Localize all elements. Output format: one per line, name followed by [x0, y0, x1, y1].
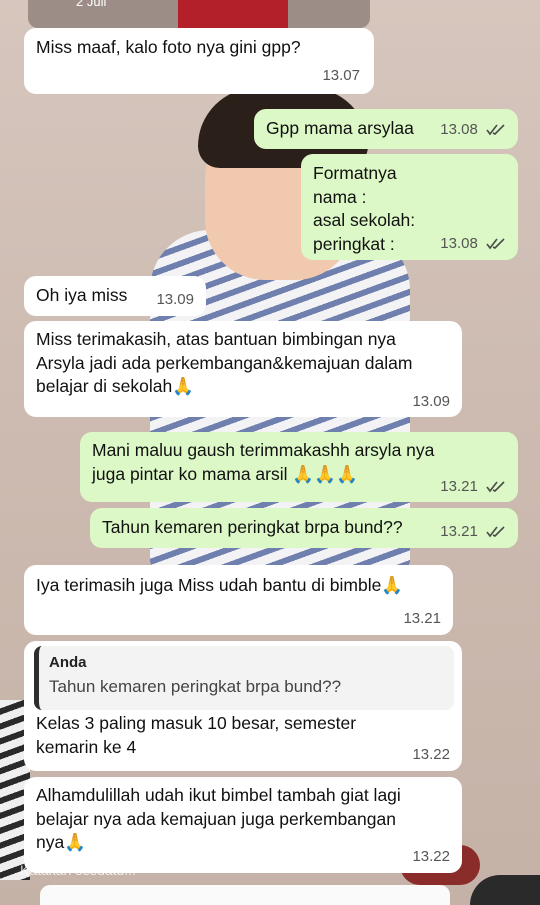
- message-outgoing[interactable]: Formatnya nama : asal sekolah: peringkat…: [301, 154, 518, 260]
- message-incoming[interactable]: Alhamdulillah udah ikut bimbel tambah gi…: [24, 777, 462, 873]
- message-time: 13.22: [412, 745, 450, 763]
- quoted-reply[interactable]: Anda Tahun kemaren peringkat brpa bund??: [34, 646, 454, 710]
- message-time: 13.08: [440, 234, 478, 252]
- message-text: Kelas 3 paling masuk 10 besar, semester …: [36, 713, 357, 757]
- message-time: 13.09: [156, 290, 194, 308]
- quoted-text: Tahun kemaren peringkat brpa bund??: [49, 677, 342, 696]
- message-text: Miss terimakasih, atas bantuan bimbingan…: [36, 329, 413, 397]
- message-text: Mani maluu gaush terimmakashh arsyla nya…: [92, 440, 435, 484]
- message-text: Tahun kemaren peringkat brpa bund??: [102, 517, 403, 537]
- message-incoming[interactable]: Oh iya miss 13.09: [24, 276, 206, 316]
- double-check-icon: [486, 526, 506, 538]
- quoted-author: Anda: [49, 654, 87, 671]
- message-text: Oh iya miss: [36, 285, 128, 305]
- message-incoming[interactable]: Iya terimasih juga Miss udah bantu di bi…: [24, 565, 453, 635]
- message-incoming[interactable]: Miss terimakasih, atas bantuan bimbingan…: [24, 321, 462, 417]
- double-check-icon: [486, 238, 506, 250]
- message-time: 13.21: [403, 609, 441, 627]
- message-time: 13.08: [440, 120, 478, 138]
- message-text: Miss maaf, kalo foto nya gini gpp?: [36, 37, 301, 57]
- message-time: 13.07: [322, 66, 360, 84]
- double-check-icon: [486, 124, 506, 136]
- bottom-input-bar[interactable]: [40, 885, 450, 905]
- message-outgoing[interactable]: Tahun kemaren peringkat brpa bund?? 13.2…: [90, 508, 518, 548]
- message-incoming[interactable]: Miss maaf, kalo foto nya gini gpp? 13.07: [24, 28, 374, 94]
- message-text: Alhamdulillah udah ikut bimbel tambah gi…: [36, 785, 401, 853]
- reply-input-placeholder[interactable]: Katakan sesuatu...: [20, 862, 136, 878]
- message-outgoing[interactable]: Gpp mama arsylaa 13.08: [254, 109, 518, 149]
- double-check-icon: [486, 481, 506, 493]
- message-time: 13.09: [412, 392, 450, 410]
- message-text: Iya terimasih juga Miss udah bantu di bi…: [36, 575, 404, 595]
- message-time: 13.21: [440, 477, 478, 495]
- previous-media-date: 2 Juli: [76, 0, 107, 9]
- message-text: Formatnya nama : asal sekolah: peringkat…: [313, 163, 416, 254]
- message-text: Gpp mama arsylaa: [266, 118, 414, 138]
- message-time: 13.22: [412, 847, 450, 865]
- message-outgoing[interactable]: Mani maluu gaush terimmakashh arsyla nya…: [80, 432, 518, 502]
- message-time: 13.21: [440, 522, 478, 540]
